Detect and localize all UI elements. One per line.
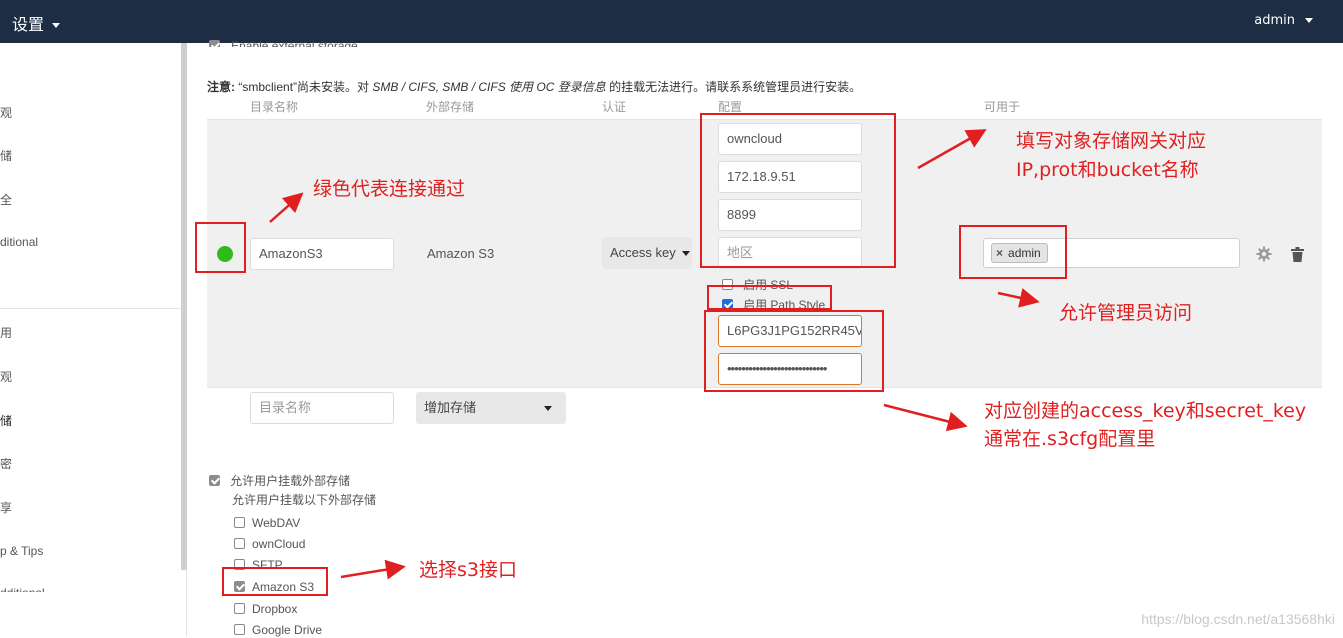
annotation-select-s3: 选择s3接口 xyxy=(419,559,517,581)
watermark: https://blog.csdn.net/a13568hki xyxy=(1141,611,1335,627)
annotation-gateway-line2: IP,prot和bucket名称 xyxy=(1016,159,1199,181)
arrow xyxy=(997,288,1040,308)
annotation-allow-admin: 允许管理员访问 xyxy=(1059,302,1193,324)
arrow xyxy=(269,192,304,223)
arrow xyxy=(340,559,406,580)
annotation-gateway-line1: 填写对象存储网关对应 xyxy=(1016,130,1207,152)
arrow xyxy=(883,403,968,432)
annotation-keys-line2: 通常在.s3cfg配置里 xyxy=(984,428,1156,450)
annotation-green-ok: 绿色代表连接通过 xyxy=(313,178,466,200)
annotation-keys-line1: 对应创建的access_key和secret_key xyxy=(984,400,1307,422)
arrow xyxy=(917,129,987,170)
